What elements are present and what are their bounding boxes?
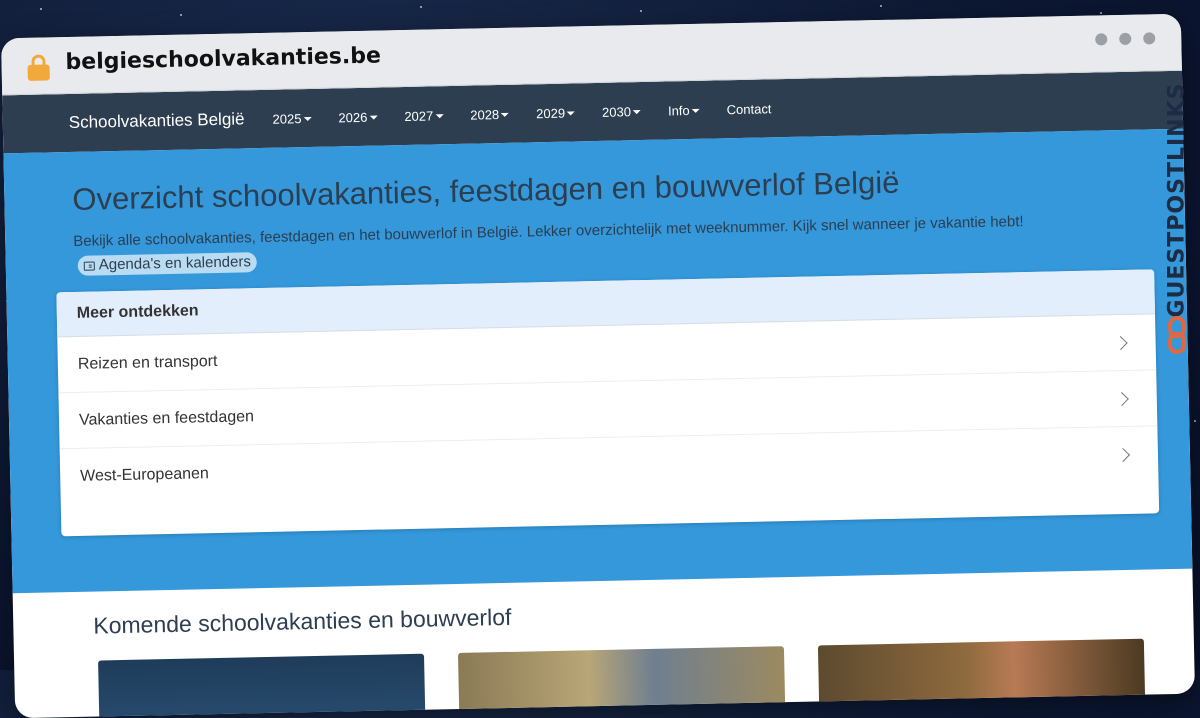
nav-label: 2029 [536, 105, 566, 121]
browser-window: belgieschoolvakanties.be Schoolvakanties… [1, 13, 1195, 718]
nav-label: 2026 [338, 109, 368, 125]
window-dot-icon [1143, 32, 1156, 45]
lock-icon [27, 54, 50, 81]
chevron-right-icon [1114, 391, 1129, 406]
watermark: GUESTPOSTLINKS [1162, 60, 1190, 360]
nav-item-2027[interactable]: 2027 [404, 107, 444, 124]
caret-down-icon [567, 111, 576, 116]
upcoming-card-image[interactable] [98, 653, 426, 718]
upcoming-card-image[interactable] [457, 646, 786, 718]
address-bar[interactable]: belgieschoolvakanties.be [65, 43, 381, 75]
pill-label: Agenda's en kalenders [98, 253, 252, 274]
caret-down-icon [632, 110, 642, 115]
nav-label: Info [667, 102, 690, 118]
chevron-right-icon [1115, 447, 1131, 462]
window-dot-icon [1119, 32, 1132, 46]
agenda-calendar-link[interactable]: Agenda's en kalenders [77, 252, 258, 276]
nav-label: 2027 [404, 107, 434, 124]
nav-label: 2025 [272, 110, 302, 127]
upcoming-card-image[interactable] [817, 638, 1146, 718]
caret-down-icon [435, 114, 444, 119]
window-dot-icon [1095, 33, 1108, 46]
page-title: Overzicht schoolvakanties, feestdagen en… [72, 164, 900, 217]
hero-subtitle-text: Bekijk alle schoolvakanties, feestdagen … [73, 213, 1024, 250]
discover-card: Meer ontdekken Reizen en transport Vakan… [56, 269, 1160, 537]
discover-item-label: Vakanties en feestdagen [78, 407, 255, 429]
hero-subtitle: Bekijk alle schoolvakanties, feestdagen … [73, 208, 1104, 278]
watermark-text: GUESTPOSTLINKS [1164, 82, 1190, 318]
chain-link-icon [1168, 316, 1186, 354]
caret-down-icon [691, 108, 700, 114]
nav-item-2030[interactable]: 2030 [601, 103, 642, 120]
window-controls [1095, 32, 1156, 46]
chevron-right-icon [1113, 335, 1128, 350]
upcoming-title: Komende schoolvakanties en bouwverlof [93, 603, 512, 639]
nav-item-2029[interactable]: 2029 [536, 105, 576, 121]
nav-label: 2028 [470, 106, 500, 123]
nav-item-2026[interactable]: 2026 [338, 109, 378, 125]
brand-link[interactable]: Schoolvakanties België [69, 109, 245, 133]
caret-down-icon [369, 115, 378, 120]
calendar-card-icon [83, 261, 95, 271]
discover-item-label: Reizen en transport [77, 352, 218, 373]
caret-down-icon [303, 117, 312, 122]
caret-down-icon [501, 112, 510, 118]
nav-item-contact[interactable]: Contact [726, 101, 771, 117]
nav-label: 2030 [601, 103, 632, 120]
nav-item-info[interactable]: Info [668, 102, 700, 118]
discover-item-label: West-Europeanen [80, 464, 210, 485]
nav-label: Contact [726, 100, 772, 117]
nav-item-2025[interactable]: 2025 [272, 110, 312, 127]
nav-item-2028[interactable]: 2028 [470, 106, 510, 123]
hero-section: Overzicht schoolvakanties, feestdagen en… [3, 128, 1193, 594]
